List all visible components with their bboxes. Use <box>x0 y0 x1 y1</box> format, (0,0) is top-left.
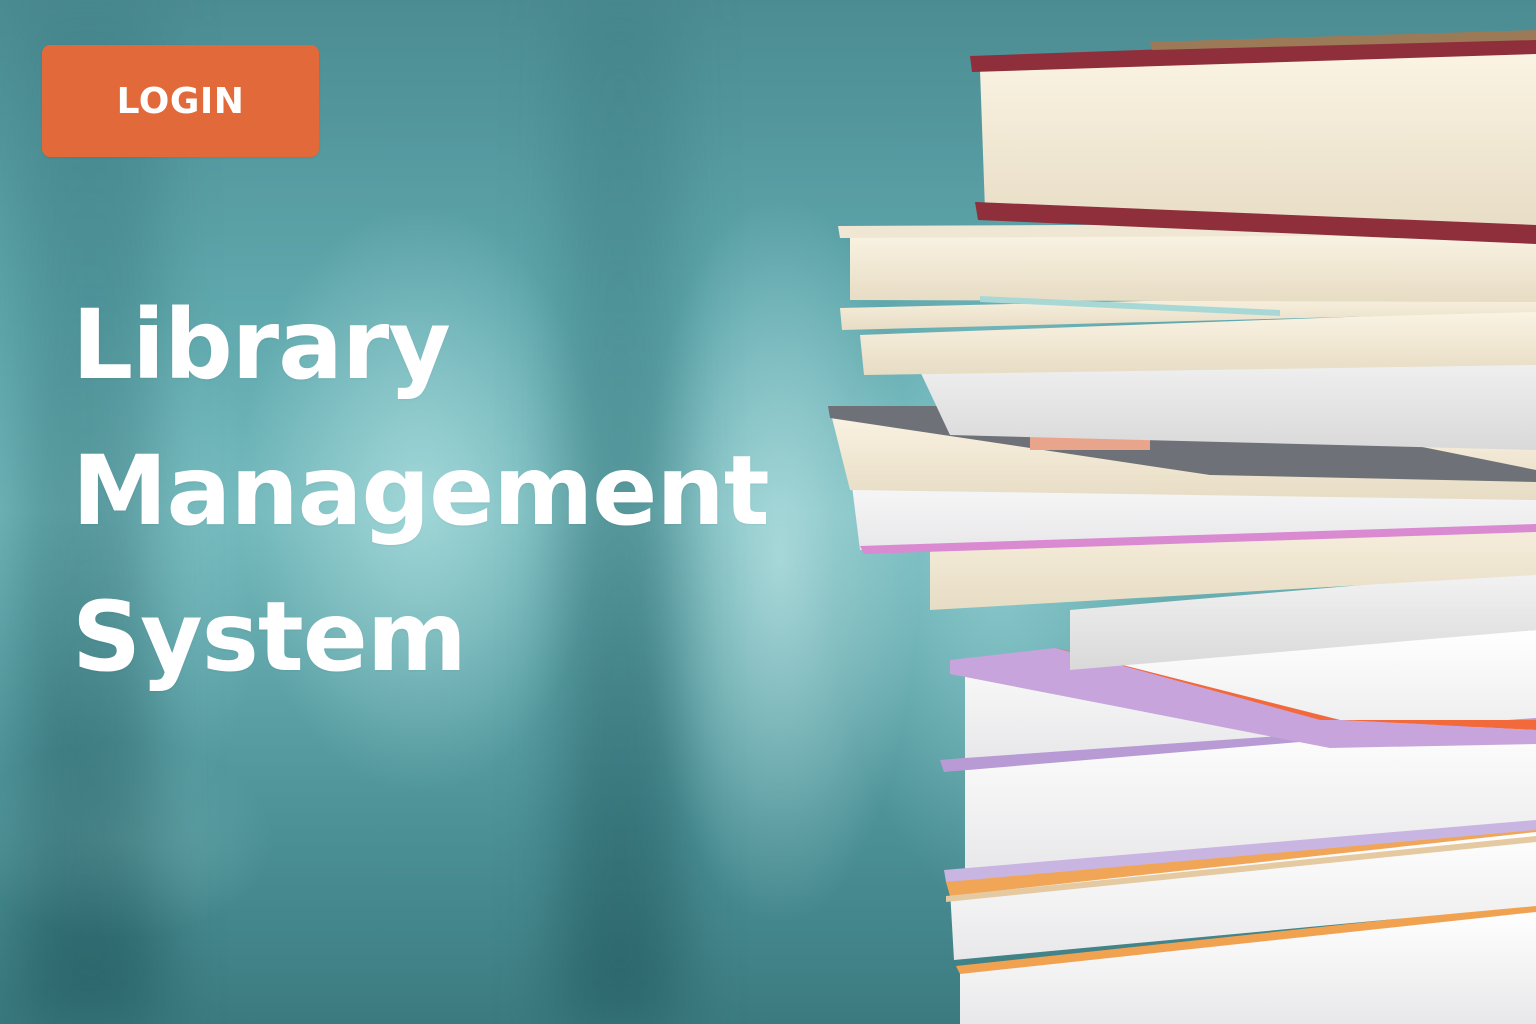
title-line-1: Library <box>72 289 451 401</box>
title-line-3: System <box>72 581 467 693</box>
book-top-red <box>970 30 1536 244</box>
title-line-2: Management <box>72 435 770 547</box>
landing-page: LOGIN Library Management System <box>0 0 1536 1024</box>
stack-of-books-image <box>828 30 1536 1024</box>
login-button[interactable]: LOGIN <box>42 45 319 157</box>
page-title: Library Management System <box>72 272 770 710</box>
